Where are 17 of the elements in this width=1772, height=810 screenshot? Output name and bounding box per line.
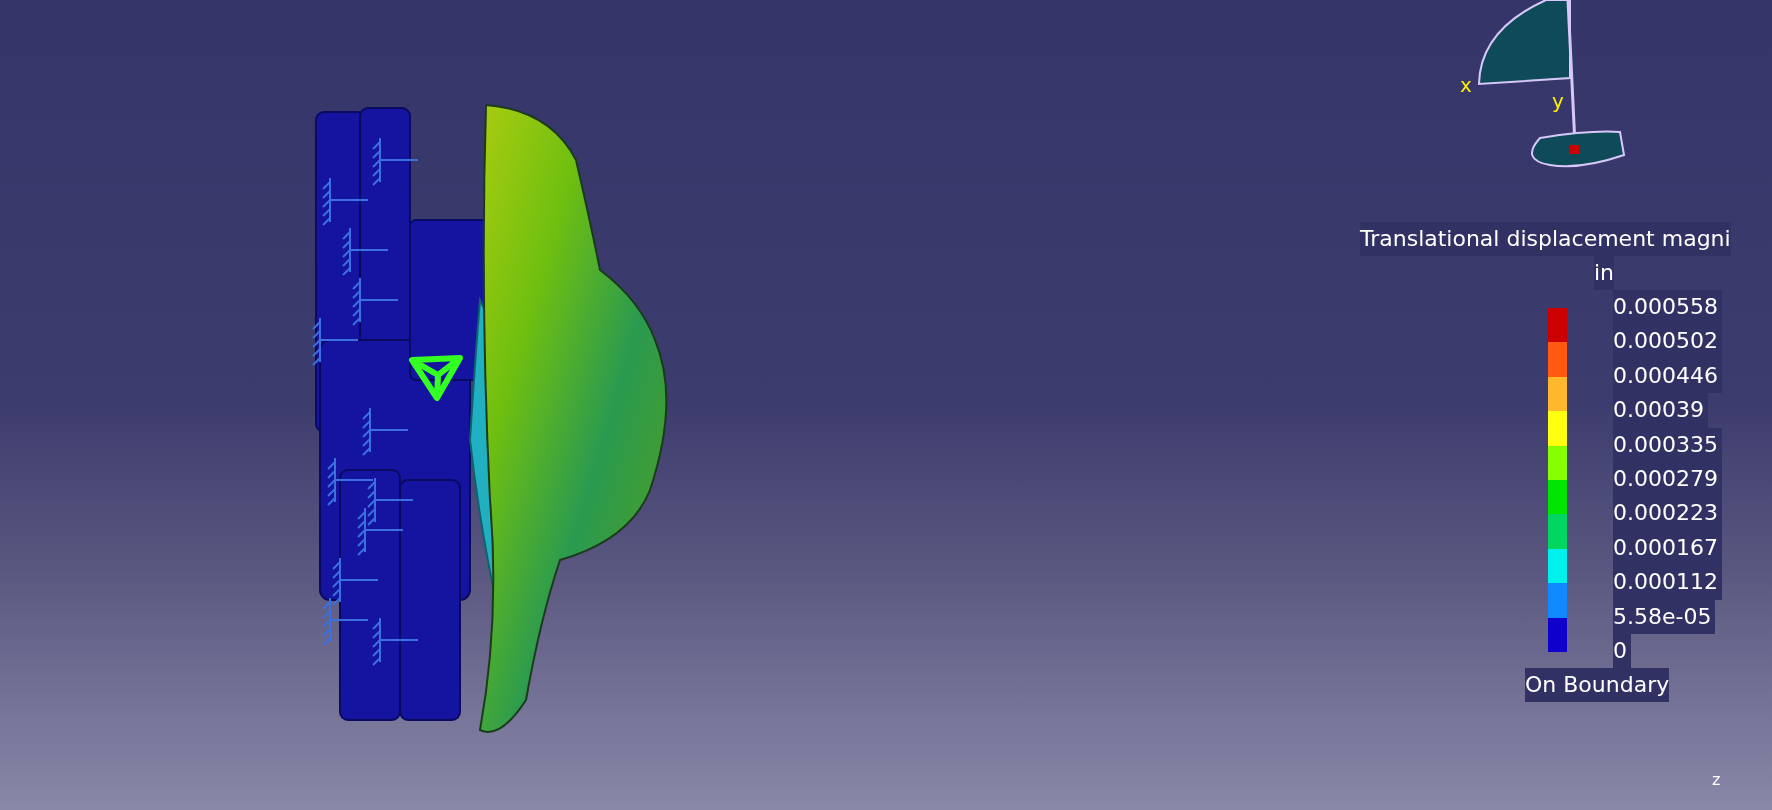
legend-value: 5.58e-05 [1613,599,1716,635]
legend-title: Translational displacement magni [1360,222,1731,256]
legend-value: 0.000335 [1613,427,1722,463]
legend-value: 0.000112 [1613,565,1722,600]
legend-value: 0.000502 [1613,324,1722,359]
legend-value: 0 [1613,634,1631,669]
x-axis-label: x [1460,72,1472,99]
z-axis-label: z [1712,769,1721,791]
legend-value: 0.000223 [1613,496,1722,531]
legend-value: 0.000167 [1613,530,1722,566]
legend-value: 0.00039 [1613,393,1708,428]
legend-footer: On Boundary [1525,668,1670,703]
y-axis-label: y [1552,88,1564,115]
legend-unit: in [1594,256,1615,290]
legend-value: 0.000558 [1613,290,1722,325]
legend-value: 0.000446 [1613,358,1722,394]
legend-value: 0.000279 [1613,462,1722,497]
